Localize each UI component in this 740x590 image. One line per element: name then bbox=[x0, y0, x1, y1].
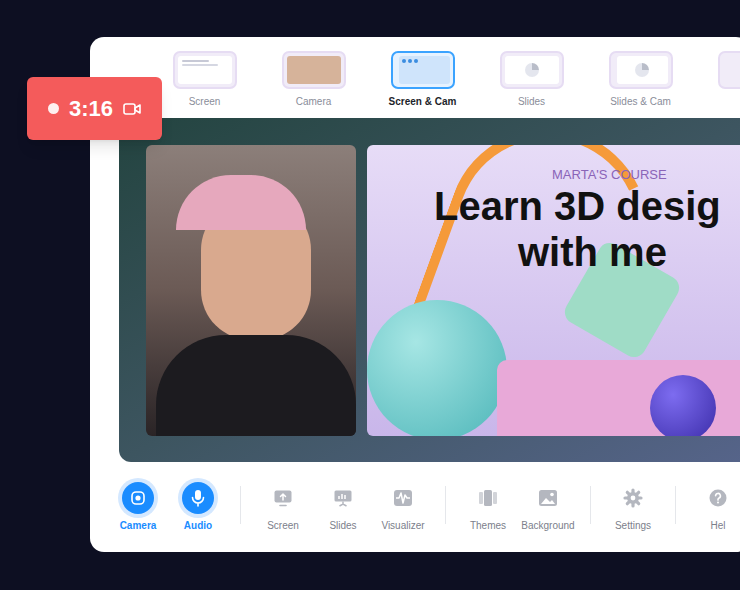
recording-dot-icon bbox=[48, 103, 59, 114]
toolbar-button[interactable]: Themes bbox=[458, 482, 518, 532]
toolbar-divider bbox=[590, 486, 591, 524]
toolbar-label[interactable]: Themes bbox=[470, 520, 506, 532]
image-icon bbox=[532, 482, 564, 514]
themes-icon bbox=[472, 482, 504, 514]
pie-icon bbox=[525, 63, 539, 77]
layout-label[interactable]: Slides bbox=[518, 96, 545, 108]
toolbar-label[interactable]: Background bbox=[521, 520, 574, 532]
toolbar-button[interactable]: Audio bbox=[168, 482, 228, 532]
waveform-icon bbox=[387, 482, 419, 514]
screen-preview bbox=[178, 56, 232, 84]
slide-eyebrow: MARTA'S COURSE bbox=[367, 167, 740, 183]
microphone-icon bbox=[182, 482, 214, 514]
screen-share-icon bbox=[267, 482, 299, 514]
stage: MARTA'S COURSELearn 3D desigwith me bbox=[119, 118, 740, 462]
layout-thumbnail bbox=[282, 51, 346, 89]
layout-thumbnail bbox=[718, 51, 740, 89]
recording-badge[interactable]: 3:16 bbox=[27, 77, 162, 140]
screen-preview bbox=[399, 56, 450, 84]
toolbar-label[interactable]: Audio bbox=[184, 520, 212, 532]
layout-label[interactable]: Screen & Cam bbox=[389, 96, 457, 108]
question-icon bbox=[702, 482, 734, 514]
slide-preview bbox=[617, 56, 668, 84]
toolbar-button[interactable]: Slides bbox=[313, 482, 373, 532]
toolbar-divider bbox=[240, 486, 241, 524]
toolbar-button[interactable]: Hel bbox=[688, 482, 740, 532]
toolbar-label[interactable]: Settings bbox=[615, 520, 651, 532]
slide-text: MARTA'S COURSELearn 3D desigwith me bbox=[367, 145, 740, 275]
toolbar-divider bbox=[445, 486, 446, 524]
slide-preview bbox=[505, 56, 559, 84]
layout-tab-overflow[interactable] bbox=[695, 51, 740, 118]
layout-thumbnail bbox=[609, 51, 673, 89]
toolbar-label[interactable]: Visualizer bbox=[381, 520, 424, 532]
layout-thumbnail bbox=[173, 51, 237, 89]
toolbar: Camera Audio Screen Slides Visualizer Themes B… bbox=[90, 462, 740, 552]
layout-label[interactable]: Camera bbox=[296, 96, 332, 108]
layout-tab[interactable]: Slides bbox=[477, 51, 586, 118]
layout-tab[interactable]: Camera bbox=[259, 51, 368, 118]
layout-thumbnail bbox=[500, 51, 564, 89]
layout-thumbnail bbox=[391, 51, 455, 89]
camera-preview bbox=[287, 56, 341, 84]
layout-tab[interactable]: Screen & Cam bbox=[368, 51, 477, 118]
layout-tabs: Screen Camera Screen & Cam Slides Slides & C… bbox=[90, 37, 740, 118]
video-camera-icon bbox=[123, 102, 141, 116]
slide-title: Learn 3D desig bbox=[367, 183, 740, 229]
toolbar-button[interactable]: Visualizer bbox=[373, 482, 433, 532]
layout-label[interactable]: Slides & Cam bbox=[610, 96, 671, 108]
recorder-window: Screen Camera Screen & Cam Slides Slides & C… bbox=[90, 37, 740, 552]
camera-icon bbox=[122, 482, 154, 514]
pie-icon bbox=[635, 63, 649, 77]
toolbar-button[interactable]: Screen bbox=[253, 482, 313, 532]
presentation-icon bbox=[327, 482, 359, 514]
toolbar-button[interactable]: Settings bbox=[603, 482, 663, 532]
toolbar-label[interactable]: Screen bbox=[267, 520, 299, 532]
layout-tab[interactable]: Screen bbox=[150, 51, 259, 118]
gear-icon bbox=[617, 482, 649, 514]
toolbar-label[interactable]: Camera bbox=[120, 520, 157, 532]
recording-time: 3:16 bbox=[69, 96, 113, 122]
camera-video bbox=[146, 145, 356, 436]
toolbar-label[interactable]: Slides bbox=[329, 520, 356, 532]
toolbar-button[interactable]: Background bbox=[518, 482, 578, 532]
layout-label[interactable]: Screen bbox=[189, 96, 221, 108]
layout-tab[interactable]: Slides & Cam bbox=[586, 51, 695, 118]
toolbar-button[interactable]: Camera bbox=[108, 482, 168, 532]
slide: MARTA'S COURSELearn 3D desigwith me bbox=[367, 145, 740, 436]
toolbar-divider bbox=[675, 486, 676, 524]
toolbar-label[interactable]: Hel bbox=[710, 520, 725, 532]
slide-title: with me bbox=[367, 229, 740, 275]
